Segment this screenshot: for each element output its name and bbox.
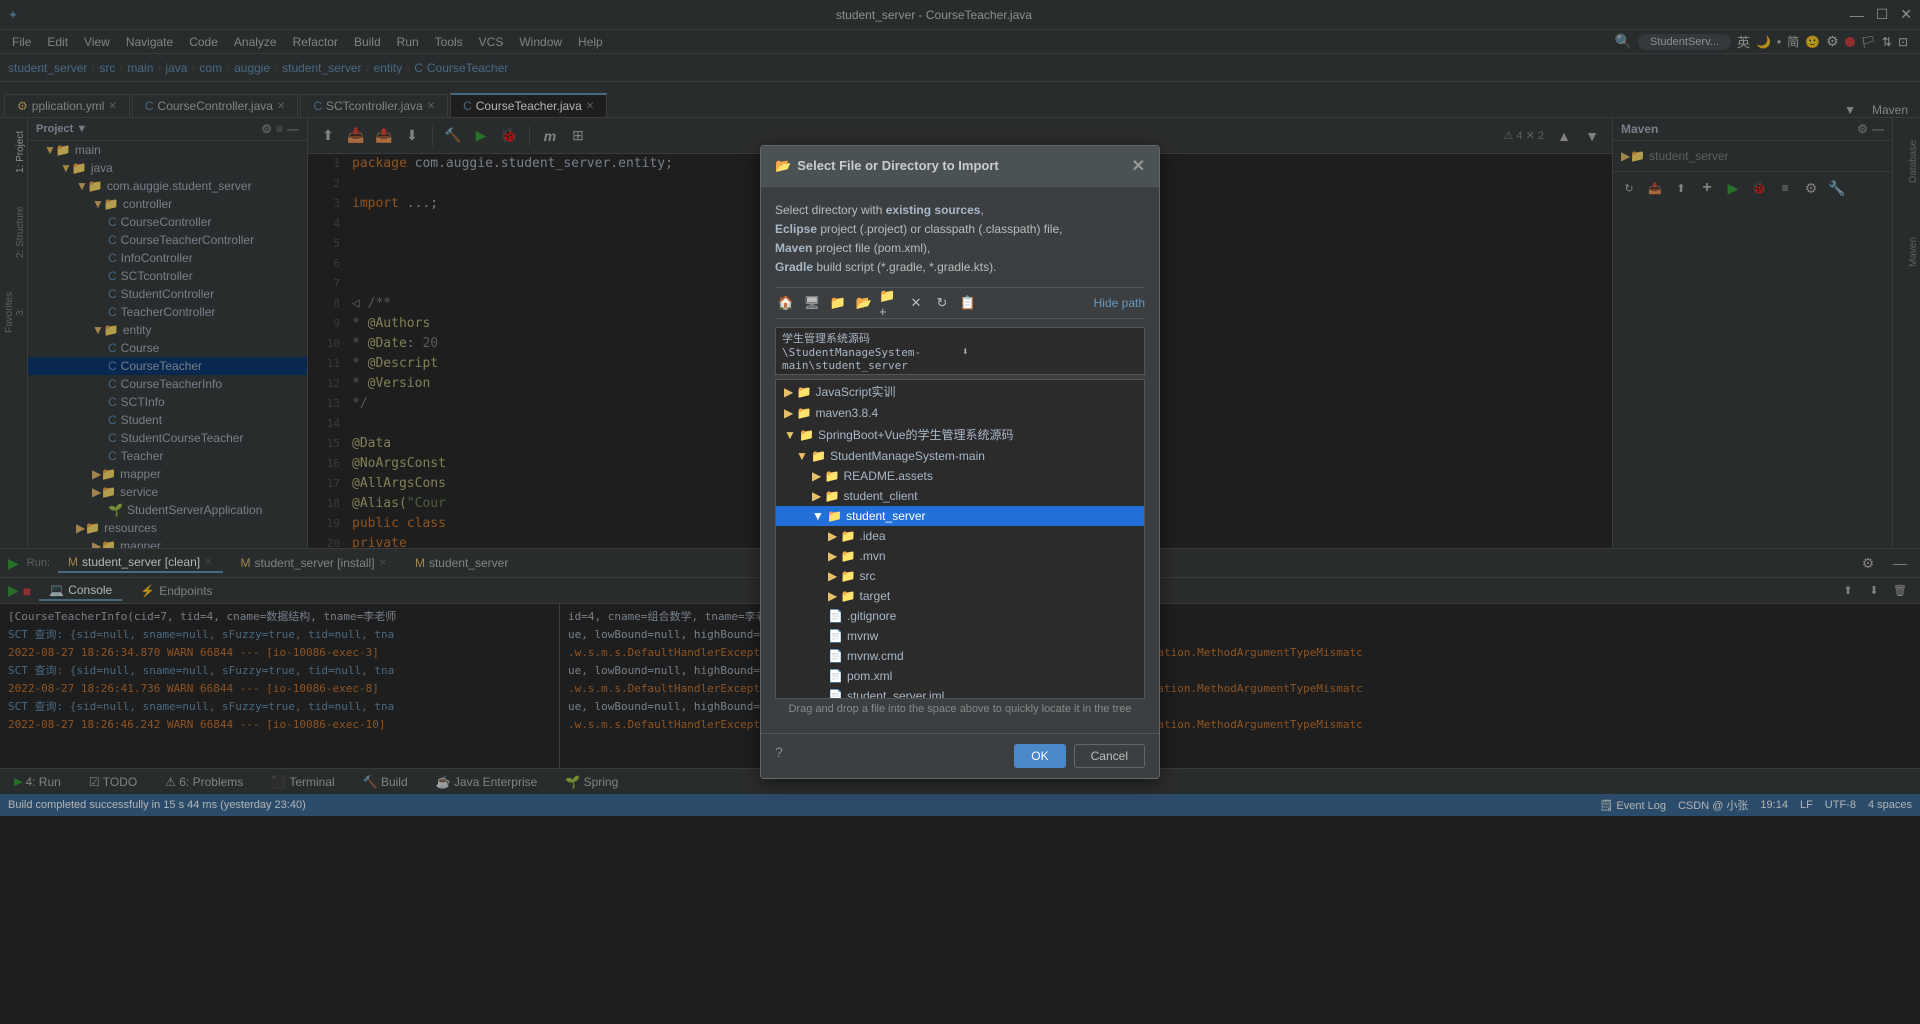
dtree-student-server-label: student_server	[846, 509, 925, 523]
import-dialog: 📂 Select File or Directory to Import ✕ S…	[760, 145, 1160, 780]
dialog-path-bar: 学生管理系统源码\StudentManageSystem-main\studen…	[775, 327, 1145, 375]
dtree-springboot-label: SpringBoot+Vue的学生管理系统源码	[818, 426, 1013, 443]
dtree-src-label: src	[860, 569, 876, 583]
dialog-path-value: 学生管理系统源码\StudentManageSystem-main\studen…	[782, 330, 958, 372]
dtree-mvnw-label: mvnw	[847, 629, 878, 643]
dialog-description: Select directory with existing sources, …	[775, 201, 1145, 278]
dtree-mvnw-cmd[interactable]: 📄 mvnw.cmd	[776, 646, 1144, 666]
dtree-student-server-iml-label: student_server.iml	[847, 689, 944, 699]
dtree-mvnw-cmd-label: mvnw.cmd	[847, 649, 904, 663]
dialog-path-download-icon[interactable]: ⬇	[962, 345, 1138, 358]
dtree-student-server-iml[interactable]: 📄 student_server.iml	[776, 686, 1144, 699]
dtree-xml-icon: 📄	[828, 669, 843, 683]
dialog-body: Select directory with existing sources, …	[761, 187, 1159, 734]
dtree-folder-icon: ▶ 📁	[828, 529, 856, 543]
dtree-gitignore[interactable]: 📄 .gitignore	[776, 606, 1144, 626]
dtree-target-label: target	[860, 589, 891, 603]
dtree-folder-icon: ▼ 📁	[784, 428, 814, 442]
dtree-file-icon: 📄	[828, 609, 843, 623]
dtree-mvn-label: .mvn	[860, 549, 886, 563]
dtree-folder-icon: ▼ 📁	[812, 509, 842, 523]
dialog-footer: ? OK Cancel	[761, 733, 1159, 778]
dtree-target[interactable]: ▶ 📁 target	[776, 586, 1144, 606]
dtree-folder-icon: ▶ 📁	[828, 589, 856, 603]
dtree-pom-xml[interactable]: 📄 pom.xml	[776, 666, 1144, 686]
dialog-toolbar-new-folder-icon[interactable]: 📁+	[879, 292, 901, 314]
dtree-student-client[interactable]: ▶ 📁 student_client	[776, 486, 1144, 506]
dtree-student-client-label: student_client	[844, 489, 918, 503]
hide-path-button[interactable]: Hide path	[1094, 296, 1145, 310]
dtree-folder-icon: ▶ 📁	[784, 406, 812, 420]
dtree-src[interactable]: ▶ 📁 src	[776, 566, 1144, 586]
dialog-overlay: 📂 Select File or Directory to Import ✕ S…	[0, 0, 1920, 1024]
dialog-title-icon: 📂	[775, 158, 791, 174]
dialog-toolbar-clear-icon[interactable]: ✕	[905, 292, 927, 314]
dialog-toolbar-folder-icon[interactable]: 📁	[827, 292, 849, 314]
help-icon-btn[interactable]: ?	[775, 744, 783, 768]
dtree-idea[interactable]: ▶ 📁 .idea	[776, 526, 1144, 546]
dtree-student-server[interactable]: ▼ 📁 student_server	[776, 506, 1144, 526]
dialog-file-tree: ▶ 📁 JavaScript实训 ▶ 📁 maven3.8.4 ▼ 📁 Spri…	[775, 379, 1145, 699]
dialog-toolbar-folder2-icon[interactable]: 📂	[853, 292, 875, 314]
dialog-title-bar: 📂 Select File or Directory to Import ✕	[761, 146, 1159, 187]
dtree-readme-assets-label: README.assets	[844, 469, 933, 483]
dialog-toolbar-refresh-icon[interactable]: ↻	[931, 292, 953, 314]
dtree-folder-icon: ▶ 📁	[828, 549, 856, 563]
dtree-file-icon: 📄	[828, 649, 843, 663]
dtree-idea-label: .idea	[860, 529, 886, 543]
dtree-folder-icon: ▼ 📁	[796, 449, 826, 463]
dtree-readme-assets[interactable]: ▶ 📁 README.assets	[776, 466, 1144, 486]
dialog-ok-button[interactable]: OK	[1014, 744, 1065, 768]
dtree-file-icon: 📄	[828, 629, 843, 643]
dtree-gitignore-label: .gitignore	[847, 609, 896, 623]
dialog-toolbar-desktop-icon[interactable]: 🖥	[801, 292, 823, 314]
dialog-toolbar-copy-icon[interactable]: 📋	[957, 292, 979, 314]
dialog-title-text: Select File or Directory to Import	[797, 158, 999, 173]
dtree-springboot[interactable]: ▼ 📁 SpringBoot+Vue的学生管理系统源码	[776, 423, 1144, 446]
dialog-hint: Drag and drop a file into the space abov…	[775, 699, 1145, 719]
dtree-mvn[interactable]: ▶ 📁 .mvn	[776, 546, 1144, 566]
dtree-folder-icon: ▶ 📁	[784, 385, 812, 399]
dtree-maven[interactable]: ▶ 📁 maven3.8.4	[776, 403, 1144, 423]
dtree-mvnw[interactable]: 📄 mvnw	[776, 626, 1144, 646]
dialog-close-button[interactable]: ✕	[1132, 156, 1145, 176]
dialog-toolbar-home-icon[interactable]: 🏠	[775, 292, 797, 314]
dtree-file-icon: 📄	[828, 689, 843, 699]
dtree-folder-icon: ▶ 📁	[812, 469, 840, 483]
dtree-folder-icon: ▶ 📁	[812, 489, 840, 503]
dtree-student-manage-main[interactable]: ▼ 📁 StudentManageSystem-main	[776, 446, 1144, 466]
dtree-javascript-label: JavaScript实训	[816, 383, 896, 400]
dtree-javascript[interactable]: ▶ 📁 JavaScript实训	[776, 380, 1144, 403]
dtree-folder-icon: ▶ 📁	[828, 569, 856, 583]
dtree-pom-xml-label: pom.xml	[847, 669, 892, 683]
dtree-student-manage-main-label: StudentManageSystem-main	[830, 449, 985, 463]
dtree-maven-label: maven3.8.4	[816, 406, 879, 420]
dialog-toolbar: 🏠 🖥 📁 📂 📁+ ✕ ↻ 📋 Hide path	[775, 287, 1145, 319]
dialog-cancel-button[interactable]: Cancel	[1074, 744, 1145, 768]
